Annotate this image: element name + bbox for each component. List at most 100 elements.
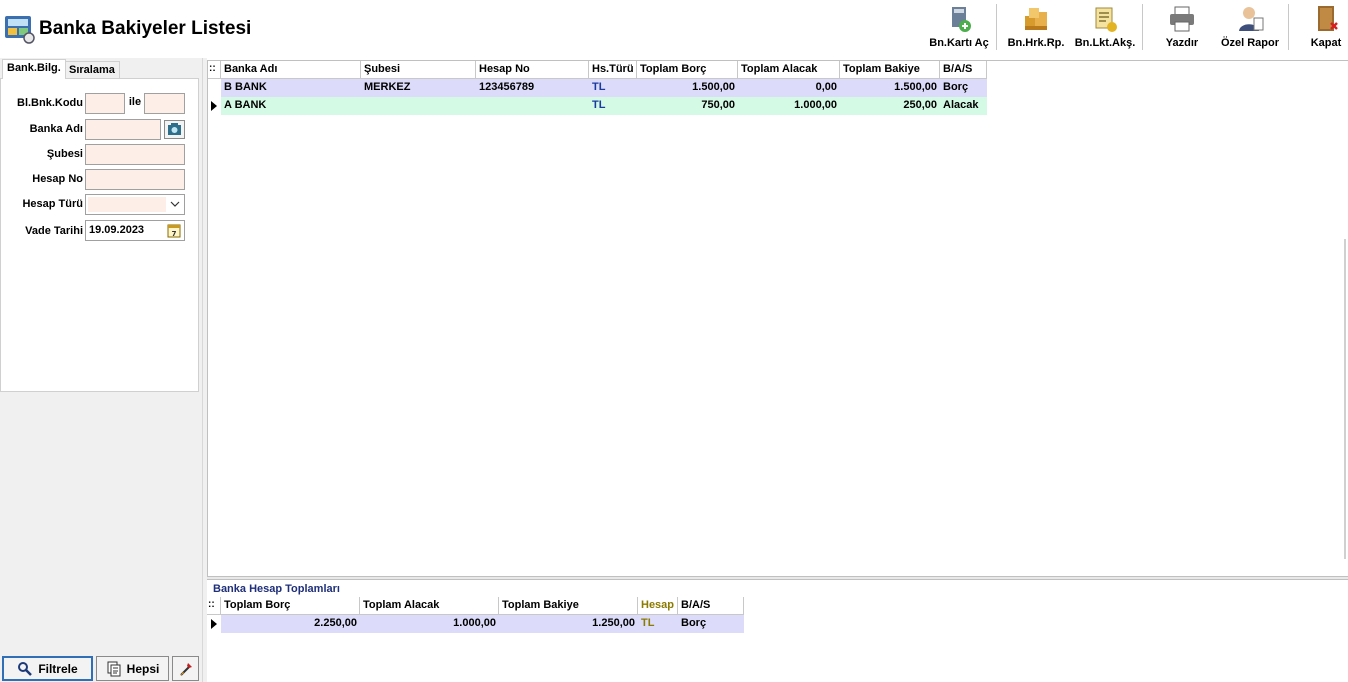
totals-col-debit[interactable]: Toplam Borç bbox=[221, 597, 360, 615]
account-no-label: Hesap No bbox=[32, 173, 83, 185]
custom-report-icon bbox=[1239, 7, 1264, 31]
filter-search-icon bbox=[18, 661, 33, 676]
cell-total-credit: 1.000,00 bbox=[738, 97, 840, 115]
cell-total-credit: 0,00 bbox=[738, 79, 840, 97]
custom-report-button[interactable]: Özel Rapor bbox=[1216, 4, 1284, 54]
cell-total-balance: 250,00 bbox=[840, 97, 940, 115]
bank-movement-report-label: Bn.Hrk.Rp. bbox=[1007, 37, 1065, 49]
table-row[interactable]: A BANK TL 750,00 1.000,00 250,00 Alacak bbox=[208, 97, 987, 115]
custom-report-label: Özel Rapor bbox=[1220, 37, 1280, 49]
grid-indicator-header: :: bbox=[208, 61, 221, 79]
col-header-account-no[interactable]: Hesap No bbox=[476, 61, 589, 79]
col-header-account-type[interactable]: Hs.Türü bbox=[589, 61, 637, 79]
cell-bank-name: A BANK bbox=[221, 97, 361, 115]
account-type-label: Hesap Türü bbox=[22, 198, 83, 210]
show-all-button[interactable]: Hepsi bbox=[96, 656, 169, 681]
due-date-label: Vade Tarihi bbox=[25, 225, 83, 237]
tab-sort-label: Sıralama bbox=[69, 64, 115, 76]
bank-name-label: Banka Adı bbox=[29, 123, 83, 135]
totals-row[interactable]: 2.250,00 1.000,00 1.250,00 TL Borç bbox=[207, 615, 744, 633]
col-header-bank-name[interactable]: Banka Adı bbox=[221, 61, 361, 79]
totals-cell-credit: 1.000,00 bbox=[360, 615, 499, 633]
bank-movement-report-button[interactable]: Bn.Hrk.Rp. bbox=[1004, 4, 1068, 54]
vertical-scrollbar[interactable] bbox=[1342, 61, 1348, 577]
bank-liquidity-flow-button[interactable]: Bn.Lkt.Akş. bbox=[1072, 4, 1138, 54]
print-label: Yazdır bbox=[1165, 37, 1199, 49]
totals-col-bas[interactable]: B/A/S bbox=[678, 597, 744, 615]
bank-info-panel: Bl.Bnk.Kodu ile Banka Adı Şubesi Hesap N… bbox=[0, 78, 199, 392]
header: Banka Bakiyeler Listesi Bn.Kartı Aç Bn.H… bbox=[0, 0, 1348, 58]
branch-input[interactable] bbox=[85, 144, 185, 165]
row-indicator bbox=[208, 97, 221, 115]
cell-total-debit: 1.500,00 bbox=[637, 79, 738, 97]
cell-total-balance: 1.500,00 bbox=[840, 79, 940, 97]
filter-button[interactable]: Filtrele bbox=[2, 656, 93, 681]
filter-panel: Bank.Bilg. Sıralama Bl.Bnk.Kodu ile Bank… bbox=[0, 58, 202, 682]
tab-bank-info[interactable]: Bank.Bilg. bbox=[2, 59, 66, 79]
close-label: Kapat bbox=[1310, 37, 1342, 49]
account-type-value bbox=[88, 197, 166, 212]
col-header-total-balance[interactable]: Toplam Bakiye bbox=[840, 61, 940, 79]
bank-movement-report-icon bbox=[1025, 8, 1047, 30]
totals-col-account[interactable]: Hesap bbox=[638, 597, 678, 615]
calendar-icon[interactable]: 7 bbox=[167, 223, 181, 238]
bank-list-icon bbox=[5, 16, 35, 44]
tab-bank-info-label: Bank.Bilg. bbox=[7, 62, 61, 74]
cell-branch: MERKEZ bbox=[361, 79, 476, 97]
bank-card-open-icon bbox=[952, 7, 971, 32]
col-header-bas[interactable]: B/A/S bbox=[940, 61, 987, 79]
toolbar-separator bbox=[1142, 4, 1143, 50]
cell-branch bbox=[361, 97, 476, 115]
totals-grid: :: Toplam Borç Toplam Alacak Toplam Baki… bbox=[207, 597, 747, 637]
due-date-input[interactable]: 19.09.2023 7 bbox=[85, 220, 185, 241]
totals-title: Banka Hesap Toplamları bbox=[213, 583, 340, 595]
current-row-arrow-icon bbox=[211, 101, 217, 111]
code-to-input[interactable] bbox=[144, 93, 185, 114]
bank-name-input[interactable] bbox=[85, 119, 161, 140]
totals-cell-debit: 2.250,00 bbox=[221, 615, 360, 633]
page-title: Banka Bakiyeler Listesi bbox=[39, 18, 252, 39]
svg-text:7: 7 bbox=[172, 230, 177, 238]
account-type-select[interactable] bbox=[85, 194, 185, 215]
cell-account-no bbox=[476, 97, 589, 115]
toolbar-separator bbox=[1288, 4, 1289, 50]
row-indicator bbox=[207, 615, 221, 633]
col-header-total-credit[interactable]: Toplam Alacak bbox=[738, 61, 840, 79]
tab-sort[interactable]: Sıralama bbox=[64, 61, 120, 79]
cell-bas: Borç bbox=[940, 79, 987, 97]
col-header-total-debit[interactable]: Toplam Borç bbox=[637, 61, 738, 79]
print-button[interactable]: Yazdır bbox=[1156, 4, 1208, 54]
chevron-down-icon bbox=[170, 201, 180, 207]
clear-filter-button[interactable] bbox=[172, 656, 199, 681]
toolbar-separator bbox=[996, 4, 997, 50]
printer-icon bbox=[1170, 6, 1194, 32]
totals-cell-balance: 1.250,00 bbox=[499, 615, 638, 633]
table-row[interactable]: B BANK MERKEZ 123456789 TL 1.500,00 0,00… bbox=[208, 79, 987, 97]
show-all-label: Hepsi bbox=[126, 661, 160, 676]
close-door-icon bbox=[1318, 6, 1338, 31]
cell-account-no: 123456789 bbox=[476, 79, 589, 97]
close-button[interactable]: Kapat bbox=[1306, 4, 1346, 54]
cell-total-debit: 750,00 bbox=[637, 97, 738, 115]
account-no-input[interactable] bbox=[85, 169, 185, 190]
cell-account-type: TL bbox=[589, 79, 637, 97]
totals-col-balance[interactable]: Toplam Bakiye bbox=[499, 597, 638, 615]
totals-col-credit[interactable]: Toplam Alacak bbox=[360, 597, 499, 615]
totals-cell-bas: Borç bbox=[678, 615, 744, 633]
filter-label: Filtrele bbox=[38, 661, 78, 676]
cell-account-type: TL bbox=[589, 97, 637, 115]
scrollbar-thumb[interactable] bbox=[1344, 239, 1346, 559]
bank-liquidity-flow-icon bbox=[1095, 7, 1117, 32]
totals-panel: Banka Hesap Toplamları :: Toplam Borç To… bbox=[207, 580, 1348, 682]
open-bank-card-button[interactable]: Bn.Kartı Aç bbox=[926, 4, 992, 54]
bank-lookup-button[interactable] bbox=[164, 120, 185, 139]
row-indicator bbox=[208, 79, 221, 97]
bank-liquidity-flow-label: Bn.Lkt.Akş. bbox=[1074, 37, 1136, 49]
brush-icon bbox=[179, 662, 192, 676]
code-between-label: ile bbox=[128, 96, 142, 108]
col-header-branch[interactable]: Şubesi bbox=[361, 61, 476, 79]
code-from-input[interactable] bbox=[85, 93, 125, 114]
app-window: Banka Bakiyeler Listesi Bn.Kartı Aç Bn.H… bbox=[0, 0, 1348, 682]
code-label: Bl.Bnk.Kodu bbox=[17, 97, 83, 109]
totals-indicator-header: :: bbox=[207, 597, 221, 615]
